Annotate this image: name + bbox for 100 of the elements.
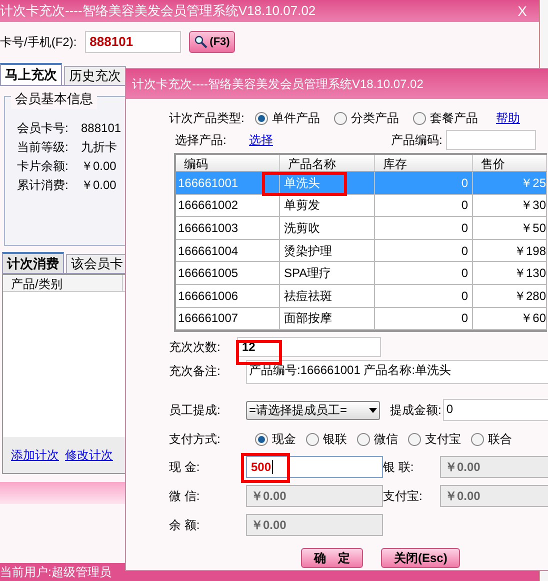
- radio-label: 银联: [323, 431, 347, 448]
- radio-button[interactable]: [357, 432, 370, 446]
- tab[interactable]: 计次消费: [2, 252, 64, 273]
- info-label: 当前等级:: [17, 139, 70, 154]
- table-cell: 祛痘祛斑: [280, 284, 375, 307]
- table-cell: ￥130: [473, 262, 547, 284]
- radio-button[interactable]: [334, 112, 347, 124]
- table-cell: 单剪发: [280, 194, 375, 216]
- table-cell: ￥50: [473, 217, 547, 239]
- info-label: 卡片余额:: [17, 158, 70, 173]
- table-row[interactable]: 166661007 面部按摩 0 ￥60: [176, 308, 547, 330]
- table-cell: 0: [375, 217, 473, 239]
- radio-button[interactable]: [255, 432, 268, 446]
- radio-label: 现金: [272, 431, 296, 448]
- field-label: 充次备注:: [169, 363, 222, 380]
- table-cell: ￥25: [473, 172, 547, 194]
- amount-field[interactable]: 500: [246, 456, 383, 478]
- link[interactable]: 修改计次: [65, 446, 113, 464]
- table-row[interactable]: 166661006 祛痘祛斑 0 ￥280: [176, 284, 547, 308]
- table-cell: 166661004: [176, 240, 280, 262]
- product-code-input[interactable]: [446, 130, 536, 150]
- column-header: 产品/类别: [3, 275, 123, 291]
- radio-label: 支付宝: [425, 431, 461, 448]
- table-cell: 0: [375, 308, 473, 330]
- info-label: 会员卡号:: [17, 120, 70, 135]
- select-link[interactable]: 选择: [249, 131, 273, 149]
- search-icon: [194, 35, 208, 49]
- table-cell: SPA理疗: [280, 262, 375, 284]
- dropdown-arrow-icon: [369, 408, 377, 413]
- count-input[interactable]: 12: [237, 337, 381, 358]
- field-label: 产品编码:: [391, 132, 442, 149]
- table-cell: 166661005: [176, 262, 280, 284]
- table-cell: 烫染护理: [280, 240, 375, 262]
- tab[interactable]: 该会员卡: [66, 254, 128, 273]
- amount-label: 支付宝:: [383, 488, 424, 506]
- field-label: 支付方式:: [169, 431, 222, 448]
- amount-label: 余 额:: [169, 517, 201, 534]
- table-row[interactable]: 166661003 洗剪吹 0 ￥50: [176, 217, 547, 240]
- info-value: 888101: [81, 120, 122, 135]
- highlight-frame: [236, 340, 282, 365]
- card-input[interactable]: 888101: [84, 31, 181, 53]
- table-cell: ￥198: [473, 240, 547, 262]
- status-text: 当前用户:超级管理员: [0, 564, 112, 581]
- radio-button[interactable]: [471, 432, 484, 446]
- commission-input[interactable]: 0: [443, 399, 548, 422]
- table-cell: 166661002: [176, 194, 280, 216]
- table-cell: 0: [375, 240, 473, 262]
- dialog-button[interactable]: 关闭(Esc): [381, 548, 460, 568]
- table-cell: 166661003: [176, 217, 280, 239]
- table-row[interactable]: 166661002 单剪发 0 ￥30: [176, 194, 547, 218]
- column-header: 库存: [375, 155, 473, 171]
- group-title: 会员基本信息: [11, 89, 97, 108]
- radio-label: 套餐产品: [430, 110, 478, 127]
- table-cell: 0: [375, 194, 473, 216]
- window-title: 计次卡充次----智络美容美发会员管理系统V18.10.07.02: [0, 2, 316, 20]
- table-cell: 0: [375, 172, 473, 194]
- table-cell: ￥60: [473, 308, 547, 330]
- table-cell: 166661007: [176, 308, 280, 330]
- radio-button[interactable]: [255, 112, 268, 124]
- radio-button[interactable]: [306, 432, 319, 446]
- link[interactable]: 添加计次: [11, 446, 59, 464]
- help-link[interactable]: 帮助: [496, 109, 520, 127]
- field-label: 选择产品:: [174, 132, 228, 149]
- amount-label: 银 联:: [383, 459, 415, 476]
- amount-label: 微 信:: [169, 488, 201, 506]
- highlight-frame: [241, 453, 290, 483]
- table-cell: 面部按摩: [280, 308, 375, 330]
- radio-button[interactable]: [408, 432, 421, 446]
- card-label: 卡号/手机(F2):: [0, 34, 77, 51]
- column-header: 编码: [176, 155, 280, 171]
- table-cell: 0: [375, 284, 473, 307]
- info-label: 累计消费:: [17, 177, 70, 192]
- table-cell: ￥280: [473, 284, 547, 307]
- info-value: 九折卡: [81, 139, 118, 154]
- field-label: 充次次数:: [169, 339, 222, 356]
- dialog-title: 计次卡充次----智络美容美发会员管理系统V18.10.07.02: [132, 76, 424, 93]
- amount-label: 现 金:: [169, 459, 201, 476]
- field-label: 提成金额:: [390, 402, 442, 420]
- table-cell: 166661006: [176, 284, 280, 307]
- radio-label: 微信: [374, 431, 398, 448]
- table-row[interactable]: 166661004 烫染护理 0 ￥198: [176, 240, 547, 262]
- radio-label: 分类产品: [351, 110, 399, 127]
- staff-dropdown[interactable]: =请选择提成员工=: [246, 400, 380, 420]
- table-row[interactable]: 166661005 SPA理疗 0 ￥130: [176, 262, 547, 285]
- table-cell: 0: [375, 262, 473, 284]
- field-label: 计次产品类型:: [169, 110, 246, 127]
- info-value: ￥0.00: [81, 158, 118, 173]
- tab[interactable]: 马上充次: [0, 63, 62, 85]
- column-header: 产品名称: [280, 155, 375, 171]
- radio-button[interactable]: [413, 112, 426, 124]
- column-header: 售价: [473, 155, 547, 171]
- field-label: 员工提成:: [169, 402, 222, 420]
- info-value: ￥0.00: [81, 177, 118, 192]
- table-cell: ￥30: [473, 194, 547, 216]
- radio-label: 联合: [488, 431, 512, 448]
- radio-label: 单件产品: [272, 110, 320, 127]
- dialog-button[interactable]: 确 定: [301, 548, 363, 568]
- tab[interactable]: 历史充次: [64, 66, 126, 85]
- table-cell: 洗剪吹: [280, 217, 375, 239]
- search-button[interactable]: (F3): [188, 31, 235, 53]
